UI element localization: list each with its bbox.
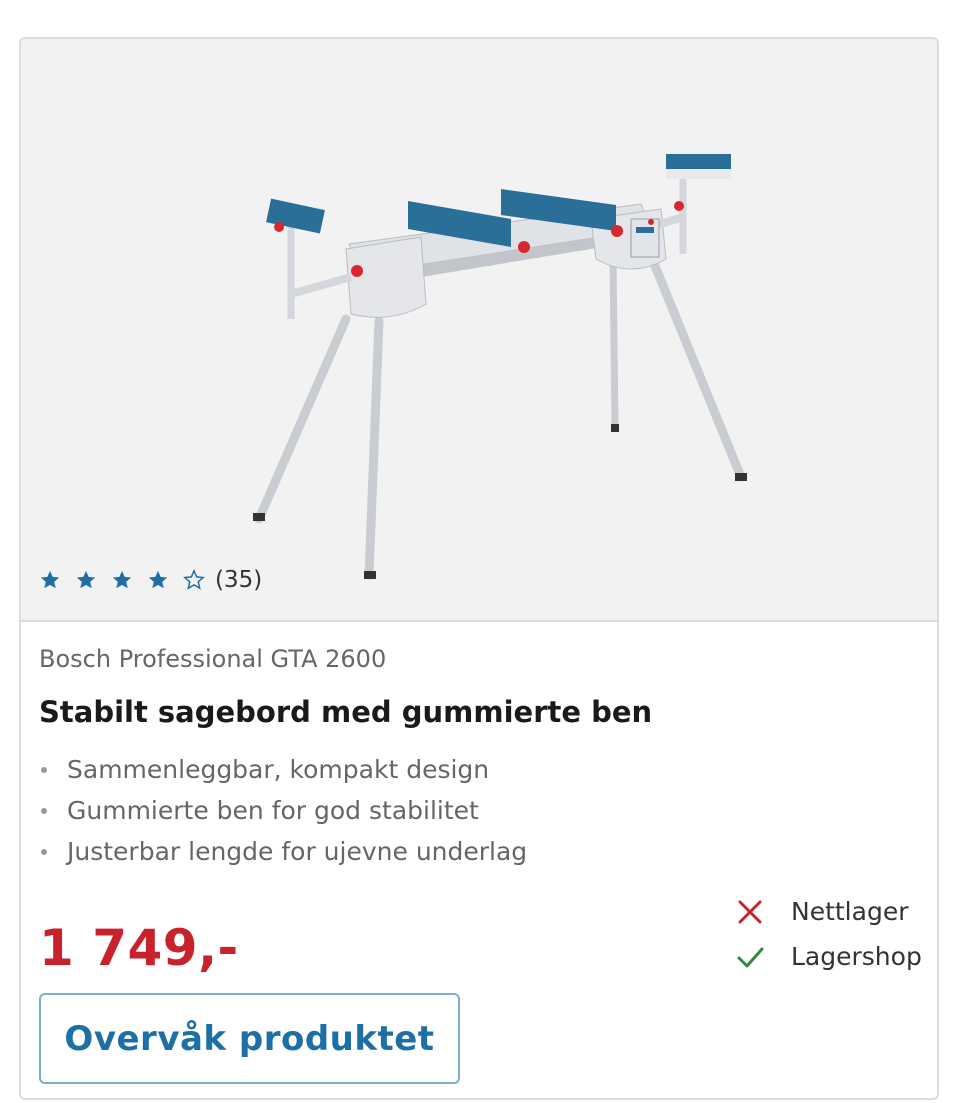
product-image[interactable] <box>221 109 761 589</box>
product-price: 1 749,- <box>39 919 239 977</box>
bullet-icon <box>41 807 47 814</box>
star-filled-icon <box>40 570 60 589</box>
star-empty-icon <box>183 569 205 590</box>
bullet-icon <box>41 766 47 773</box>
bullet-icon <box>41 848 47 855</box>
product-brand[interactable]: Bosch Professional GTA 2600 <box>39 645 386 673</box>
check-icon <box>737 947 764 967</box>
stock-row-nettlager: Nettlager <box>735 889 922 934</box>
feature-item: Gummierte ben for god stabilitet <box>39 790 527 831</box>
cross-icon <box>738 900 762 923</box>
stock-row-lagershop: Lagershop <box>735 934 922 979</box>
feature-text: Sammenleggbar, kompakt design <box>67 755 490 784</box>
product-card[interactable]: (35) Bosch Professional GTA 2600 Stabilt… <box>19 37 939 1100</box>
rating[interactable]: (35) <box>39 567 262 593</box>
watch-product-button[interactable]: Overvåk produktet <box>39 993 460 1084</box>
watch-product-label: Overvåk produktet <box>64 1018 435 1059</box>
product-image-area[interactable]: (35) <box>21 39 937 622</box>
feature-item: Justerbar lengde for ujevne underlag <box>39 831 527 872</box>
stock-label: Lagershop <box>791 942 922 971</box>
feature-text: Gummierte ben for god stabilitet <box>67 796 479 825</box>
feature-text: Justerbar lengde for ujevne underlag <box>67 837 528 866</box>
star-filled-icon <box>112 570 132 589</box>
star-filled-icon <box>76 570 96 589</box>
stock-label: Nettlager <box>791 897 909 926</box>
product-title[interactable]: Stabilt sagebord med gummierte ben <box>39 695 652 729</box>
star-filled-icon <box>148 570 168 589</box>
feature-item: Sammenleggbar, kompakt design <box>39 749 527 790</box>
stock-availability: Nettlager Lagershop <box>735 889 922 979</box>
rating-count[interactable]: (35) <box>215 567 262 593</box>
feature-list: Sammenleggbar, kompakt design Gummierte … <box>39 749 527 872</box>
